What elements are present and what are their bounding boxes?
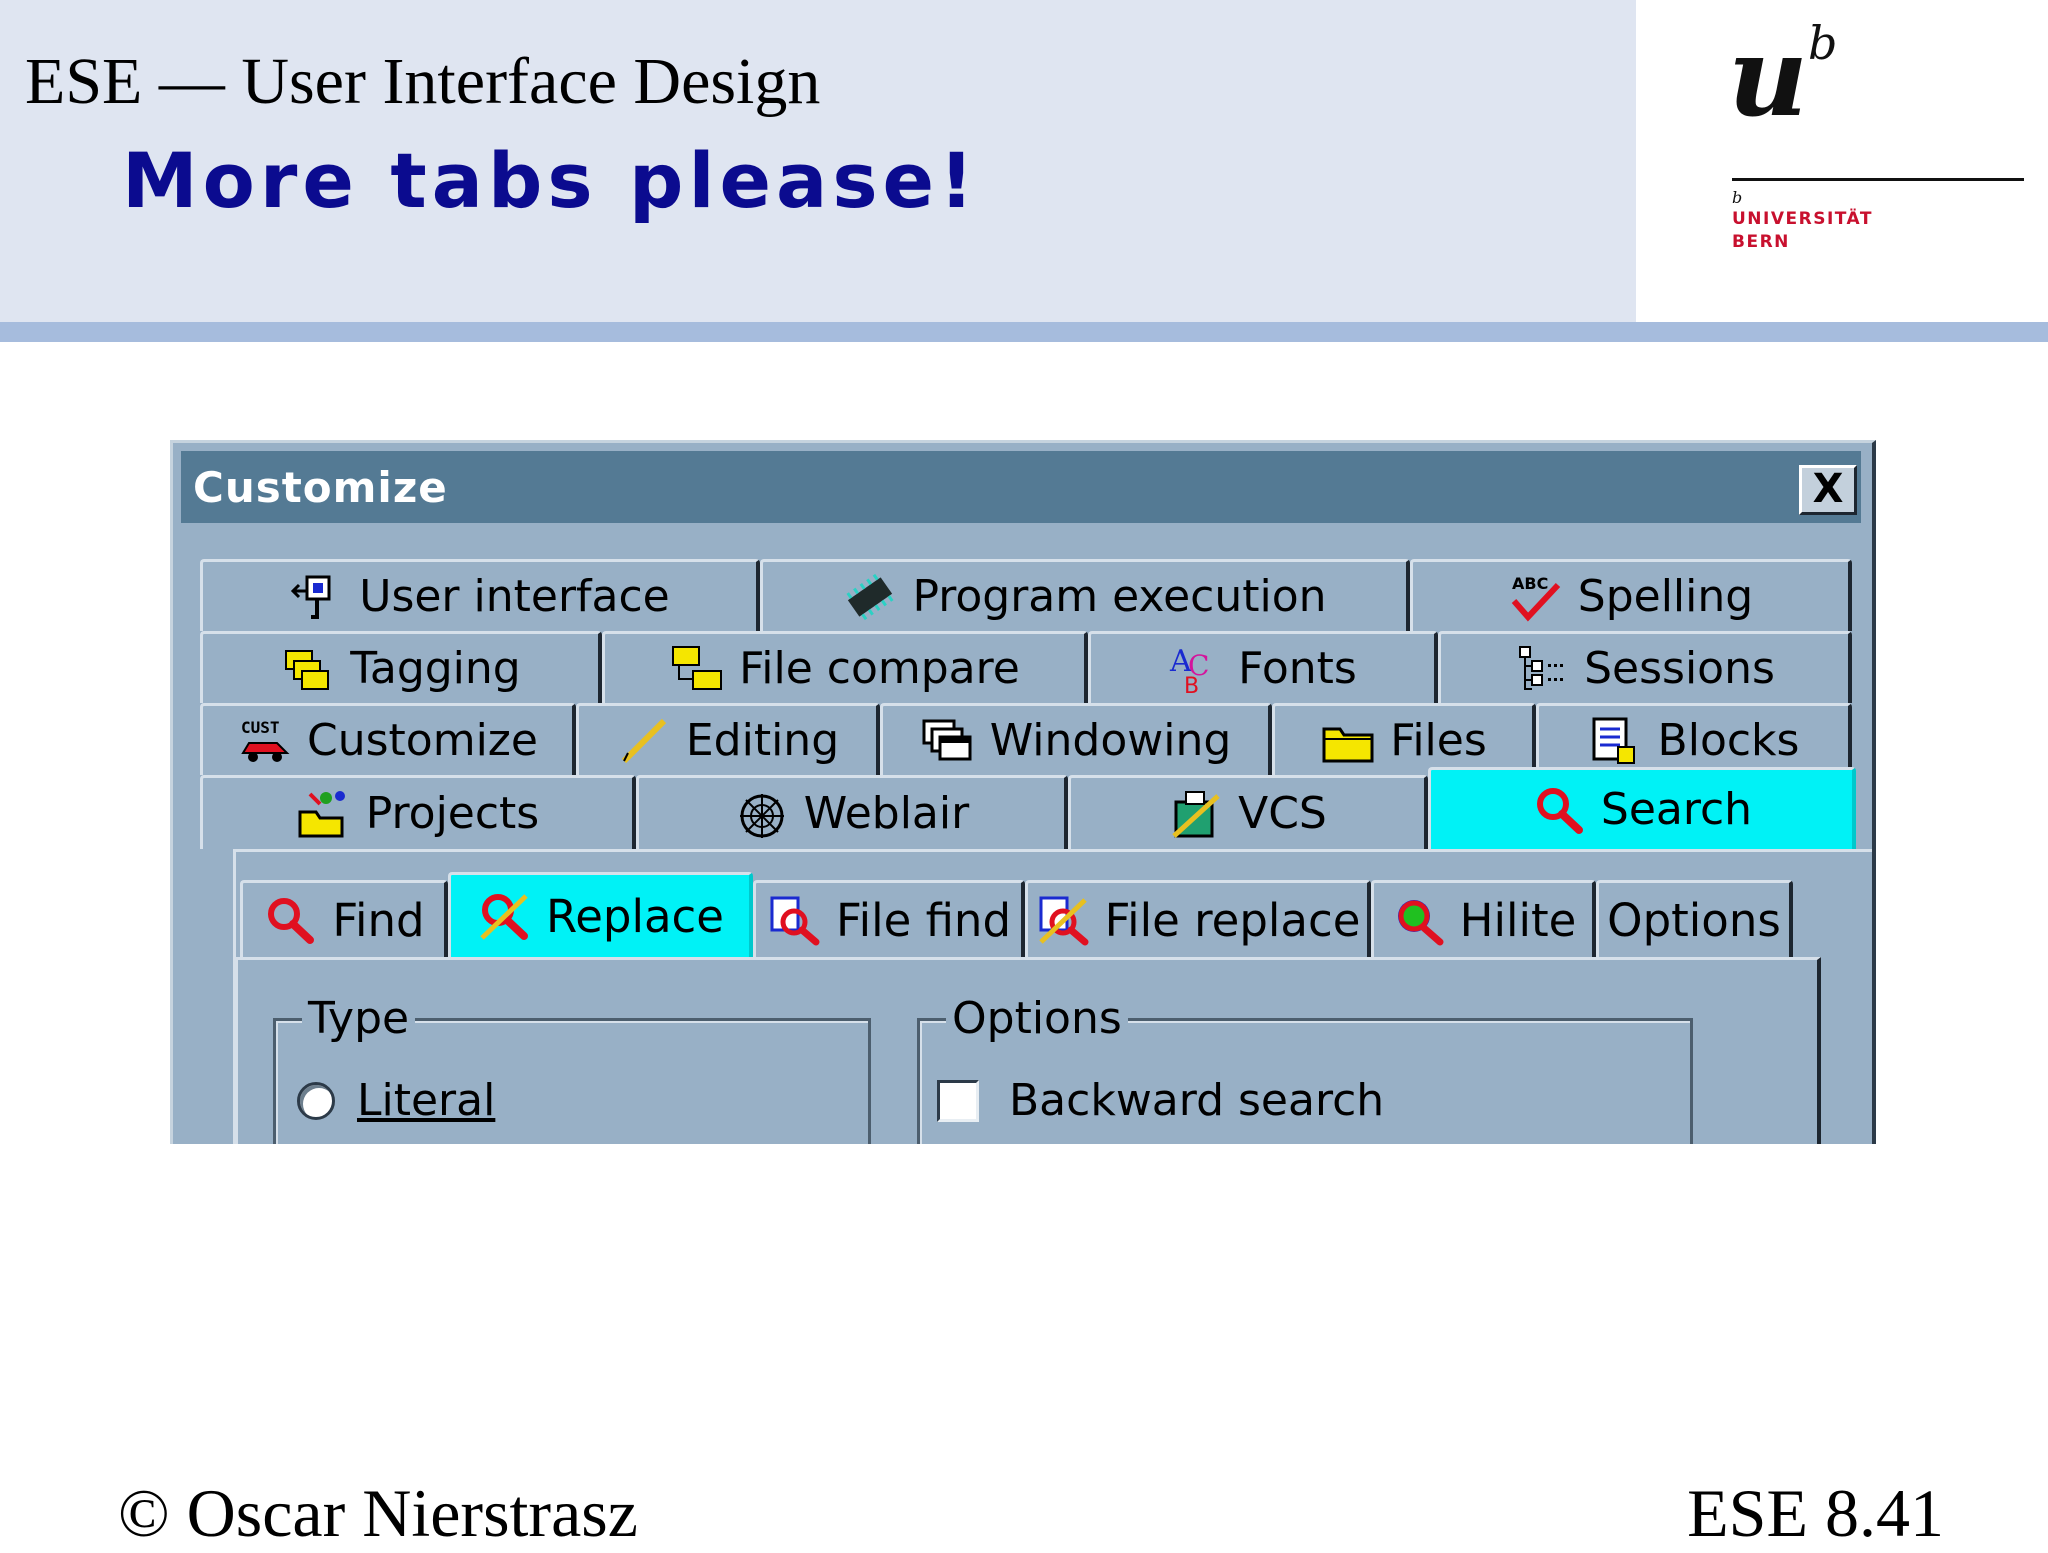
tree-icon — [1514, 643, 1570, 695]
tab-projects[interactable]: Projects — [200, 775, 636, 849]
subtab-label: File replace — [1104, 893, 1361, 947]
close-button[interactable]: X — [1799, 465, 1857, 515]
fonts-icon: ACB — [1168, 643, 1224, 695]
subtab-label: Replace — [545, 889, 724, 943]
tab-label: Weblair — [803, 788, 970, 839]
tab-blocks[interactable]: Blocks — [1536, 703, 1852, 775]
replace-icon — [476, 890, 532, 942]
tab-weblair[interactable]: Weblair — [636, 775, 1068, 849]
magnifier-icon — [262, 894, 318, 946]
chip-icon — [842, 571, 898, 623]
tab-label: Windowing — [989, 715, 1232, 766]
projects-icon — [296, 788, 352, 840]
backward-search-checkbox[interactable] — [937, 1079, 979, 1122]
slide-title: More tabs please! — [122, 136, 979, 225]
file-find-icon — [766, 894, 822, 946]
literal-radio[interactable] — [297, 1081, 335, 1120]
tab-windowing[interactable]: Windowing — [880, 703, 1272, 775]
subtab-label: Find — [332, 893, 425, 947]
tab-spelling[interactable]: ABC Spelling — [1410, 559, 1852, 631]
tab-label: Program execution — [912, 571, 1327, 622]
course-title: ESE — User Interface Design — [25, 45, 821, 118]
tab-label: Customize — [307, 715, 538, 766]
subtab-label: Options — [1607, 893, 1781, 947]
dialog-title: Customize — [193, 463, 448, 512]
svg-text:ABC: ABC — [1512, 574, 1548, 593]
tab-tagging[interactable]: Tagging — [200, 631, 602, 703]
cust-car-icon: CUST — [237, 715, 293, 767]
subtab-label: File find — [835, 893, 1012, 947]
folder-compare-icon — [669, 643, 725, 695]
subtab-hilite[interactable]: Hilite — [1371, 880, 1596, 957]
windows-icon — [920, 715, 976, 767]
pencil-icon — [616, 715, 672, 767]
tab-label: Sessions — [1584, 643, 1775, 694]
logo-small-b: b — [1732, 188, 1743, 207]
type-group-legend: Type — [302, 993, 416, 1044]
tab-label: Fonts — [1238, 643, 1357, 694]
web-icon — [734, 788, 790, 840]
university-logo: u b b UNIVERSITÄT BERN — [1636, 0, 2048, 322]
user-interface-icon — [289, 571, 345, 623]
backward-search-option[interactable]: Backward search — [937, 1075, 1384, 1126]
customize-dialog: Customize X User interface Program execu… — [170, 440, 1876, 1144]
subtab-replace[interactable]: Replace — [448, 872, 753, 957]
tab-vcs[interactable]: VCS — [1068, 775, 1428, 849]
magnifier-icon — [1531, 784, 1587, 836]
subtab-options[interactable]: Options — [1596, 880, 1793, 957]
tab-label: VCS — [1238, 788, 1327, 839]
footer-slide-number: ESE 8.41 — [1687, 1475, 1944, 1551]
tab-label: File compare — [739, 643, 1020, 694]
tab-fonts[interactable]: ACB Fonts — [1088, 631, 1438, 703]
logo-city: BERN — [1732, 232, 1790, 252]
subtab-find[interactable]: Find — [240, 880, 448, 957]
subtab-file-find[interactable]: File find — [753, 880, 1025, 957]
tab-customize[interactable]: CUST Customize — [200, 703, 576, 775]
spell-check-icon: ABC — [1508, 571, 1564, 623]
svg-text:CUST: CUST — [241, 718, 280, 737]
document-icon — [1588, 715, 1644, 767]
tab-label: Files — [1390, 715, 1487, 766]
logo-university-name: UNIVERSITÄT BERN — [1732, 208, 1873, 254]
tab-file-compare[interactable]: File compare — [602, 631, 1088, 703]
tab-label: Tagging — [350, 643, 521, 694]
tab-label: Spelling — [1577, 571, 1754, 622]
header-divider — [0, 322, 2048, 342]
vcs-icon — [1168, 788, 1224, 840]
tab-files[interactable]: Files — [1272, 703, 1536, 775]
subtab-label: Hilite — [1459, 893, 1577, 947]
backward-search-label: Backward search — [1009, 1075, 1385, 1126]
logo-u: u — [1728, 12, 1808, 141]
tab-program-execution[interactable]: Program execution — [760, 559, 1410, 631]
svg-text:B: B — [1184, 674, 1199, 695]
logo-b: b — [1808, 16, 1838, 70]
tab-label: Blocks — [1657, 715, 1800, 766]
footer-author: © Oscar Nierstrasz — [118, 1475, 638, 1551]
tab-sessions[interactable]: Sessions — [1438, 631, 1852, 703]
tab-label: Projects — [365, 788, 540, 839]
hilite-icon — [1390, 894, 1446, 946]
tab-label: User interface — [359, 571, 670, 622]
tab-search[interactable]: Search — [1428, 767, 1856, 849]
literal-option[interactable]: Literal — [297, 1075, 495, 1126]
tab-label: Search — [1600, 784, 1753, 835]
folder-icon — [1320, 715, 1376, 767]
tab-user-interface[interactable]: User interface — [200, 559, 760, 631]
subtab-file-replace[interactable]: File replace — [1025, 880, 1371, 957]
logo-rule — [1732, 178, 2024, 181]
tab-label: Editing — [685, 715, 840, 766]
tag-icon — [280, 643, 336, 695]
literal-label: Literal — [357, 1075, 496, 1126]
logo-university: UNIVERSITÄT — [1732, 209, 1873, 229]
slide-header: ESE — User Interface Design More tabs pl… — [0, 0, 1636, 322]
file-replace-icon — [1035, 894, 1091, 946]
tab-editing[interactable]: Editing — [576, 703, 880, 775]
dialog-titlebar[interactable]: Customize X — [181, 451, 1861, 523]
options-group-legend: Options — [946, 993, 1128, 1044]
